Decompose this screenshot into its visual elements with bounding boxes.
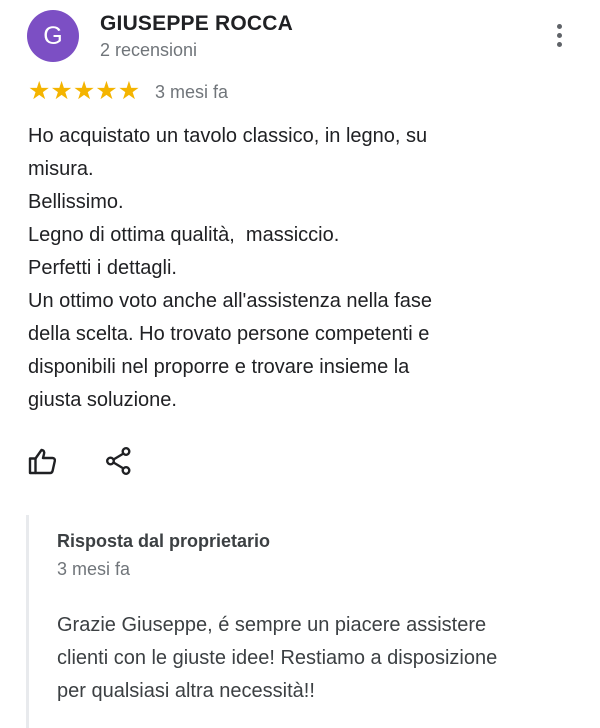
review-text-line: Un ottimo voto anche all'assistenza nell… bbox=[28, 290, 433, 312]
share-button[interactable] bbox=[104, 446, 134, 476]
owner-reply-text: Grazie Giuseppe, é sempre un piacere ass… bbox=[57, 609, 582, 708]
thumb-up-icon bbox=[28, 448, 57, 475]
review-text-line: Legno di ottima qualità, massiccio. bbox=[28, 224, 340, 246]
review-count[interactable]: 2 recensioni bbox=[100, 40, 197, 61]
review-text-line: della scelta. Ho trovato persone compete… bbox=[28, 323, 430, 345]
star-icon: ★ bbox=[95, 77, 118, 105]
review-text-line: giusta soluzione. bbox=[28, 389, 177, 411]
reply-divider bbox=[26, 515, 29, 728]
owner-reply-line: per qualsiasi altra necessità!! bbox=[57, 680, 315, 702]
owner-reply-title: Risposta dal proprietario bbox=[57, 531, 271, 551]
like-button[interactable] bbox=[27, 446, 57, 476]
star-icon: ★ bbox=[28, 77, 51, 105]
more-options-button[interactable] bbox=[544, 18, 574, 52]
star-rating: ★ ★ ★ ★ ★ bbox=[28, 79, 140, 104]
owner-reply-line: clienti con le giuste idee! Restiamo a d… bbox=[57, 647, 498, 669]
share-icon bbox=[106, 447, 131, 476]
review-text-line: misura. bbox=[28, 158, 94, 180]
star-icon: ★ bbox=[72, 77, 96, 105]
star-icon: ★ bbox=[50, 77, 73, 105]
more-vert-icon-dot bbox=[556, 41, 562, 47]
review-text-line: disponibili nel proporre e trovare insie… bbox=[28, 356, 410, 378]
owner-reply-date: 3 mesi fa bbox=[57, 559, 131, 579]
review-date: 3 mesi fa bbox=[155, 82, 229, 102]
owner-reply-line: Grazie Giuseppe, é sempre un piacere ass… bbox=[57, 614, 487, 636]
author-name[interactable]: GIUSEPPE ROCCA bbox=[100, 12, 293, 36]
review-text: Ho acquistato un tavolo classico, in leg… bbox=[28, 120, 548, 417]
review-text-line: Bellissimo. bbox=[28, 191, 124, 213]
more-vert-icon-dot bbox=[556, 32, 562, 38]
review-text-line: Ho acquistato un tavolo classico, in leg… bbox=[28, 125, 428, 147]
more-vert-icon bbox=[556, 23, 562, 29]
star-icon: ★ bbox=[117, 77, 141, 105]
review-text-line: Perfetti i dettagli. bbox=[28, 257, 177, 279]
avatar-letter: G bbox=[43, 21, 63, 50]
avatar[interactable]: G bbox=[27, 10, 79, 62]
